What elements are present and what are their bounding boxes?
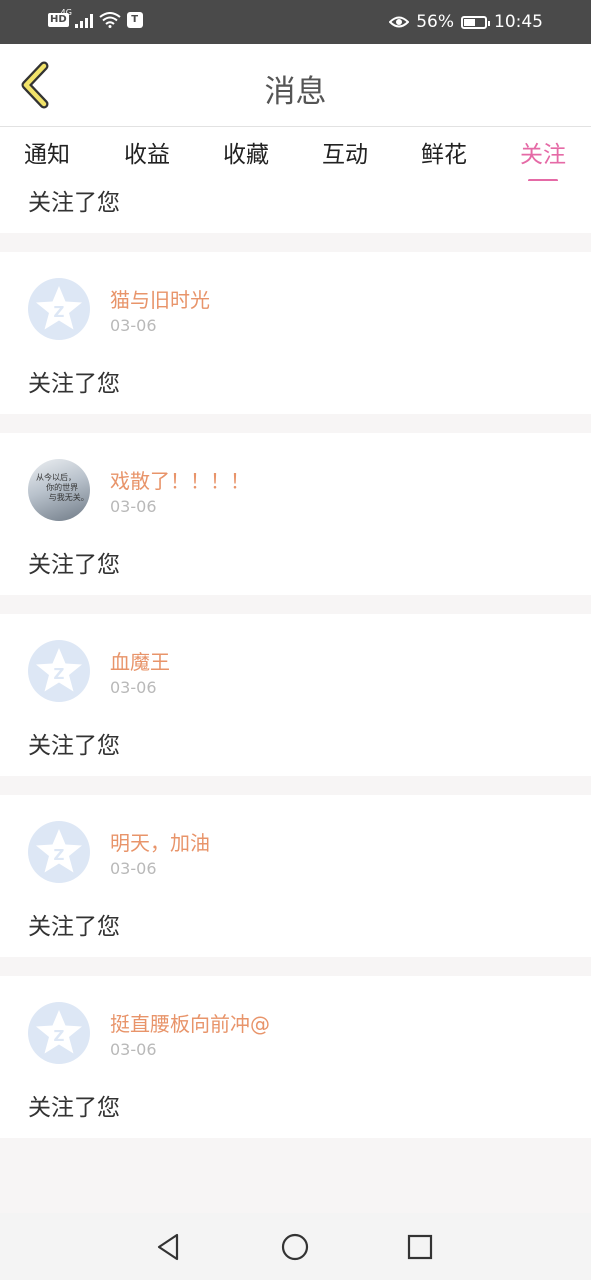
- feed-list: Z 04-17 关注了您 Z 猫与旧时光 03-06 关注了您 从今以后， 你的…: [0, 181, 591, 1157]
- tab-bar: 通知 收益 收藏 互动 鲜花 关注: [0, 127, 591, 182]
- tab-interaction[interactable]: 互动: [310, 135, 380, 169]
- follow-feed[interactable]: Z 04-17 关注了您 Z 猫与旧时光 03-06 关注了您 从今以后， 你的…: [0, 181, 591, 1213]
- default-avatar-icon[interactable]: Z: [28, 821, 90, 883]
- notification-app-icon: T: [126, 12, 143, 28]
- triangle-back-icon: [157, 1233, 179, 1261]
- clock: 10:45: [494, 12, 543, 32]
- square-recents-icon: [407, 1234, 433, 1260]
- list-item[interactable]: Z 猫与旧时光 03-06 关注了您: [0, 252, 591, 414]
- follow-text: 关注了您: [28, 552, 120, 578]
- tab-label: 关注: [520, 142, 566, 168]
- wifi-icon: [99, 12, 121, 28]
- tab-label: 收益: [124, 142, 170, 168]
- svg-text:Z: Z: [54, 1027, 65, 1045]
- list-item[interactable]: Z 血魔王 03-06 关注了您: [0, 614, 591, 776]
- battery-percent: 56%: [416, 12, 454, 32]
- svg-text:Z: Z: [54, 665, 65, 683]
- page-title: 消息: [264, 74, 327, 110]
- username[interactable]: 明天，加油: [110, 827, 210, 856]
- tab-earnings[interactable]: 收益: [112, 135, 182, 169]
- tab-label: 收藏: [223, 142, 269, 168]
- tab-label: 互动: [322, 142, 368, 168]
- circle-home-icon: [281, 1233, 309, 1261]
- tab-favorites[interactable]: 收藏: [211, 135, 281, 169]
- list-item[interactable]: Z 挺直腰板向前冲@ 03-06 关注了您: [0, 976, 591, 1138]
- tab-label: 通知: [24, 142, 70, 168]
- svg-text:Z: Z: [54, 846, 65, 864]
- username[interactable]: 戏散了！！！！: [110, 465, 250, 494]
- follow-date: 03-06: [110, 316, 157, 335]
- default-avatar-icon[interactable]: Z: [28, 640, 90, 702]
- follow-text: 关注了您: [28, 733, 120, 759]
- list-item[interactable]: Z 明天，加油 03-06 关注了您: [0, 795, 591, 957]
- username[interactable]: 血魔王: [110, 646, 170, 675]
- username[interactable]: 挺直腰板向前冲@: [110, 1008, 270, 1037]
- status-left: HD 4G T: [48, 8, 143, 28]
- tab-notify[interactable]: 通知: [12, 135, 82, 169]
- user-photo-avatar[interactable]: 从今以后， 你的世界 与我无关。: [28, 459, 90, 521]
- follow-text: 关注了您: [28, 371, 120, 397]
- avatar-photo-text: 从今以后， 你的世界 与我无关。: [36, 473, 89, 502]
- follow-text: 关注了您: [28, 190, 120, 216]
- battery-icon: [461, 15, 490, 29]
- signal-icon: 4G: [61, 8, 93, 28]
- default-avatar-icon[interactable]: Z: [28, 278, 90, 340]
- list-item[interactable]: 从今以后， 你的世界 与我无关。 戏散了！！！！ 03-06 关注了您: [0, 433, 591, 595]
- svg-text:Z: Z: [54, 303, 65, 321]
- app-header: 消息: [0, 44, 591, 127]
- username[interactable]: 猫与旧时光: [110, 284, 210, 313]
- follow-text: 关注了您: [28, 914, 120, 940]
- status-right: 56% 10:45: [389, 12, 543, 32]
- default-avatar-icon[interactable]: Z: [28, 1002, 90, 1064]
- nav-home-button[interactable]: [278, 1230, 312, 1264]
- follow-date: 03-06: [110, 678, 157, 697]
- list-item[interactable]: Z 04-17 关注了您: [0, 181, 591, 233]
- follow-date: 03-06: [110, 497, 157, 516]
- nav-back-button[interactable]: [152, 1230, 186, 1264]
- system-nav-bar: [0, 1213, 591, 1280]
- follow-text: 关注了您: [28, 1095, 120, 1121]
- status-bar: HD 4G T 56% 10:45: [0, 0, 591, 44]
- eye-comfort-icon: [389, 16, 410, 28]
- nav-recents-button[interactable]: [403, 1230, 437, 1264]
- follow-date: 03-06: [110, 859, 157, 878]
- tab-follow[interactable]: 关注: [508, 135, 578, 182]
- tab-flowers[interactable]: 鲜花: [409, 135, 479, 169]
- tab-label: 鲜花: [421, 142, 467, 168]
- network-type: 4G: [60, 8, 72, 17]
- follow-date: 03-06: [110, 1040, 157, 1059]
